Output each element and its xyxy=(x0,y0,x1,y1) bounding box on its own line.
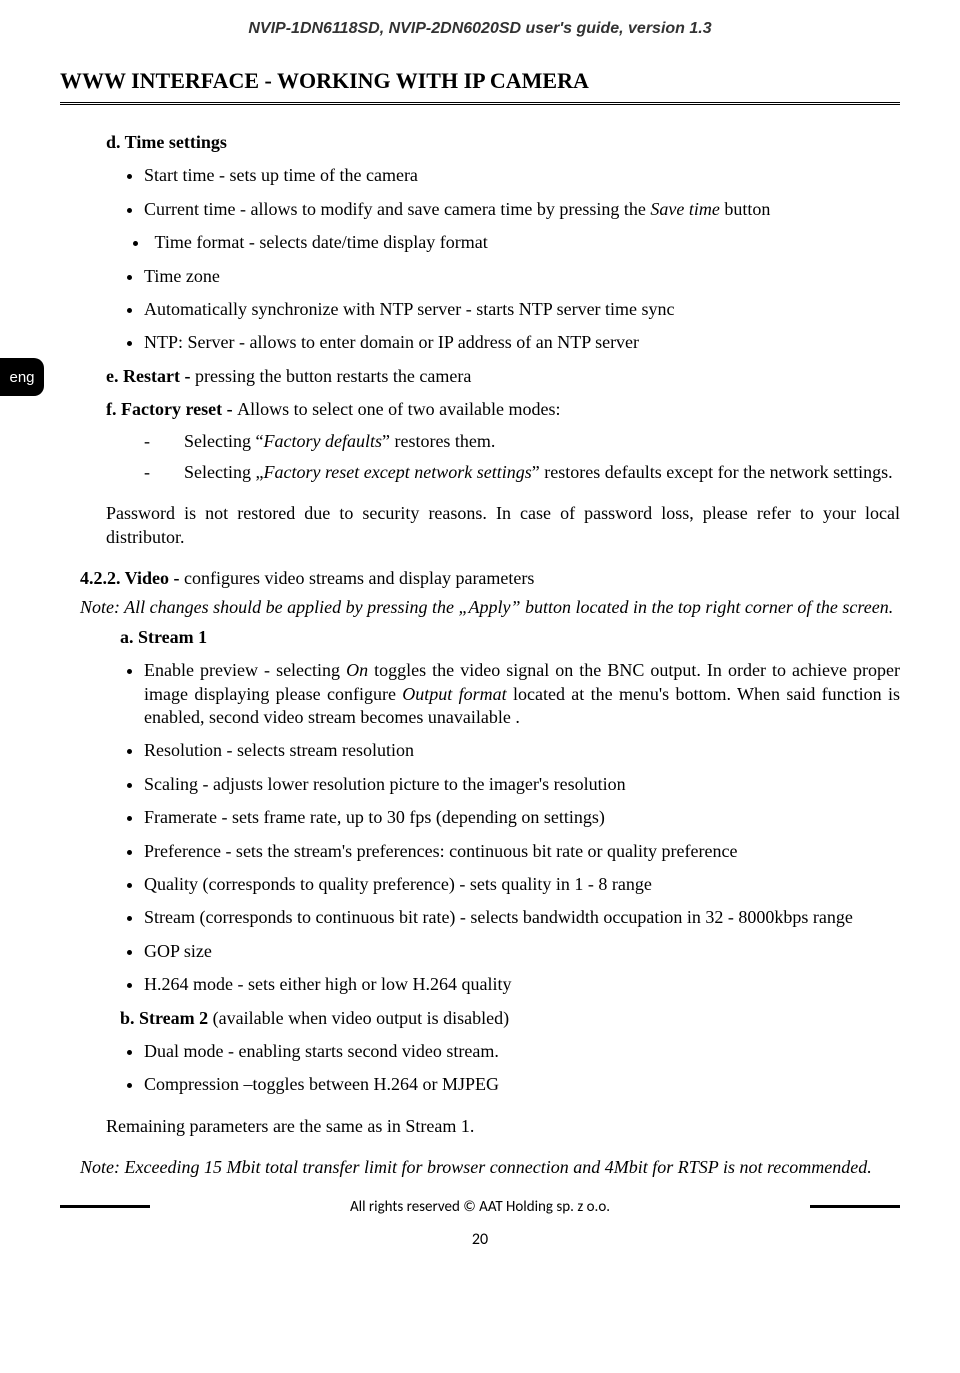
list-item: NTP: Server - allows to enter domain or … xyxy=(144,331,900,354)
section-f-rest: Allows to select one of two available mo… xyxy=(237,399,560,419)
dash-icon: - xyxy=(144,430,184,453)
dash-ital: Factory defaults xyxy=(263,431,381,451)
list-item: Time format - selects date/time display … xyxy=(150,231,900,254)
video-heading-rest: configures video streams and display par… xyxy=(184,568,534,588)
bullet-text: Current time xyxy=(144,199,235,219)
section-d-bullets: Start time - sets up time of the camera … xyxy=(144,164,900,354)
dash-pre: Selecting „ xyxy=(184,462,263,482)
bullet-text: NTP: Server xyxy=(144,332,234,352)
page-number: 20 xyxy=(60,1230,900,1249)
list-item: -Selecting „Factory reset except network… xyxy=(144,461,900,484)
list-item: Quality (corresponds to quality preferen… xyxy=(144,873,900,896)
list-item: Scaling - adjusts lower resolution pictu… xyxy=(144,773,900,796)
stream2-bullets: Dual mode - enabling starts second video… xyxy=(144,1040,900,1097)
section-e-rest: pressing the button restarts the camera xyxy=(195,366,471,386)
section-d-heading: d. Time settings xyxy=(106,131,900,154)
bullet-text: Time zone xyxy=(144,266,220,286)
video-heading-bold: 4.2.2. Video - xyxy=(80,568,184,588)
section-e: e. Restart - pressing the button restart… xyxy=(106,365,900,388)
section-f: f. Factory reset - Allows to select one … xyxy=(106,398,900,421)
section-f-dashes: -Selecting “Factory defaults” restores t… xyxy=(144,430,900,485)
remaining-note: Remaining parameters are the same as in … xyxy=(106,1115,900,1138)
dash-ital: Factory reset except network settings xyxy=(263,462,531,482)
list-item: Enable preview - selecting On toggles th… xyxy=(144,659,900,729)
dash-text: Selecting “Factory defaults” restores th… xyxy=(184,430,495,453)
list-item: Start time - sets up time of the camera xyxy=(144,164,900,187)
dash-icon: - xyxy=(144,461,184,484)
final-note: Note: Exceeding 15 Mbit total transfer l… xyxy=(80,1156,900,1179)
list-item: Framerate - sets frame rate, up to 30 fp… xyxy=(144,806,900,829)
list-item: Dual mode - enabling starts second video… xyxy=(144,1040,900,1063)
password-note: Password is not restored due to security… xyxy=(106,502,900,549)
bullet-rest: - starts NTP server time sync xyxy=(461,299,674,319)
video-note: Note: All changes should be applied by p… xyxy=(80,596,900,619)
list-item: Automatically synchronize with NTP serve… xyxy=(144,298,900,321)
section-f-bold: f. Factory reset - xyxy=(106,399,237,419)
list-item: Time zone xyxy=(144,265,900,288)
list-item: Preference - sets the stream's preferenc… xyxy=(144,840,900,863)
dash-pre: Selecting “ xyxy=(184,431,263,451)
title-rule xyxy=(60,102,900,105)
footer-bar-right xyxy=(810,1205,900,1208)
dash-post: ” restores them. xyxy=(382,431,495,451)
footer-bar-left xyxy=(60,1205,150,1208)
dash-post: ” restores defaults except for the netwo… xyxy=(532,462,893,482)
stream2-heading-bold: b. Stream 2 xyxy=(120,1008,213,1028)
dash-text: Selecting „Factory reset except network … xyxy=(184,461,893,484)
doc-header: NVIP-1DN6118SD, NVIP-2DN6020SD user's gu… xyxy=(60,20,900,38)
section-e-bold: e. Restart - xyxy=(106,366,195,386)
stream2-heading: b. Stream 2 (available when video output… xyxy=(120,1007,900,1030)
bullet-rest: - sets up time of the camera xyxy=(215,165,418,185)
bullet-rest2: button xyxy=(720,199,771,219)
bullet-italic: Save time xyxy=(650,199,719,219)
language-tab: eng xyxy=(0,358,44,396)
stream2-heading-rest: (available when video output is disabled… xyxy=(213,1008,509,1028)
footer-rule: All rights reserved © AAT Holding sp. z … xyxy=(60,1198,900,1216)
page-title: WWW INTERFACE - WORKING WITH IP CAMERA xyxy=(60,68,900,94)
b0-ital2: Output format xyxy=(402,684,506,704)
body-content: d. Time settings Start time - sets up ti… xyxy=(80,131,900,1180)
bullet-rest: - allows to enter domain or IP address o… xyxy=(234,332,639,352)
b0-ital1: On xyxy=(346,660,368,680)
video-heading: 4.2.2. Video - configures video streams … xyxy=(80,567,900,590)
page-container: NVIP-1DN6118SD, NVIP-2DN6020SD user's gu… xyxy=(0,0,960,1269)
list-item: H.264 mode - sets either high or low H.2… xyxy=(144,973,900,996)
list-item: Resolution - selects stream resolution xyxy=(144,739,900,762)
list-item: GOP size xyxy=(144,940,900,963)
list-item: Current time - allows to modify and save… xyxy=(144,198,900,221)
bullet-text: Start time xyxy=(144,165,215,185)
bullet-rest: - selects date/time display format xyxy=(244,232,487,252)
stream1-heading: a. Stream 1 xyxy=(120,626,900,649)
list-item: Stream (corresponds to continuous bit ra… xyxy=(144,906,900,929)
bullet-text: Time format xyxy=(155,232,245,252)
stream1-bullets: Enable preview - selecting On toggles th… xyxy=(144,659,900,996)
bullet-text: Automatically synchronize with NTP serve… xyxy=(144,299,461,319)
list-item: -Selecting “Factory defaults” restores t… xyxy=(144,430,900,453)
footer-text: All rights reserved © AAT Holding sp. z … xyxy=(150,1198,810,1216)
bullet-rest: - allows to modify and save camera time … xyxy=(235,199,650,219)
list-item: Compression –toggles between H.264 or MJ… xyxy=(144,1073,900,1096)
b0-pre: Enable preview - selecting xyxy=(144,660,346,680)
